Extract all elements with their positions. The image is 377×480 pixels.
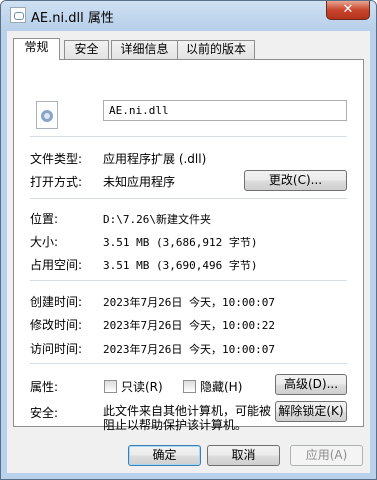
general-panel: AE.ni.dll 文件类型: 应用程序扩展 (.dll) 打开方式: 未知应用… (13, 59, 364, 432)
size-on-disk-value: 3.51 MB (3,690,496 字节) (103, 259, 258, 272)
file-type-value: 应用程序扩展 (.dll) (103, 152, 207, 166)
change-button[interactable]: 更改(C)... (244, 170, 347, 191)
location-value: D:\7.26\新建文件夹 (103, 213, 211, 226)
created-value: 2023年7月26日 今天，10:00:07 (103, 296, 275, 309)
security-label: 安全: (30, 406, 59, 420)
tab-general[interactable]: 常规 (13, 38, 60, 60)
separator (30, 136, 347, 137)
tab-previous-versions[interactable]: 以前的版本 (177, 40, 255, 59)
file-name-field[interactable]: AE.ni.dll (103, 100, 347, 121)
dll-file-icon (10, 7, 26, 23)
created-label: 创建时间: (30, 295, 83, 309)
separator (30, 280, 347, 281)
tab-security[interactable]: 安全 (64, 40, 109, 59)
dll-file-icon (36, 101, 58, 129)
security-message: 此文件来自其他计算机，可能被阻止以帮助保护该计算机。 (103, 404, 272, 432)
opens-with-label: 打开方式: (30, 175, 83, 189)
attributes-label: 属性: (30, 380, 59, 394)
advanced-button[interactable]: 高级(D)... (275, 374, 347, 395)
cancel-button[interactable]: 取消 (207, 445, 280, 466)
hidden-checkbox[interactable] (183, 380, 196, 393)
size-on-disk-label: 占用空间: (30, 258, 83, 272)
ok-button[interactable]: 确定 (128, 445, 201, 466)
readonly-checkbox[interactable] (104, 380, 117, 393)
dialog-client: 常规 安全 详细信息 以前的版本 AE.ni.dll 文件类型: 应用程序扩展 … (7, 31, 370, 473)
window-title: AE.ni.dll 属性 (31, 11, 114, 26)
separator (30, 363, 347, 364)
separator (30, 198, 347, 199)
accessed-label: 访问时间: (30, 342, 83, 356)
file-type-label: 文件类型: (30, 152, 83, 166)
accessed-value: 2023年7月26日 今天，10:00:07 (103, 343, 275, 356)
unblock-button[interactable]: 解除锁定(K) (275, 401, 347, 422)
apply-button[interactable]: 应用(A) (290, 445, 363, 466)
title-bar[interactable]: AE.ni.dll 属性 ✕ (1, 1, 376, 31)
modified-value: 2023年7月26日 今天，10:00:22 (103, 319, 275, 332)
size-label: 大小: (30, 235, 59, 249)
properties-window: AE.ni.dll 属性 ✕ 常规 安全 详细信息 以前的版本 AE.ni.dl… (0, 0, 377, 480)
hidden-label[interactable]: 隐藏(H) (200, 378, 242, 395)
close-button[interactable]: ✕ (326, 1, 370, 20)
modified-label: 修改时间: (30, 318, 83, 332)
tab-details[interactable]: 详细信息 (111, 40, 178, 59)
opens-with-value: 未知应用程序 (103, 175, 176, 189)
location-label: 位置: (30, 212, 59, 226)
readonly-label[interactable]: 只读(R) (121, 378, 163, 395)
size-value: 3.51 MB (3,686,912 字节) (103, 236, 258, 249)
gear-icon (41, 110, 53, 122)
